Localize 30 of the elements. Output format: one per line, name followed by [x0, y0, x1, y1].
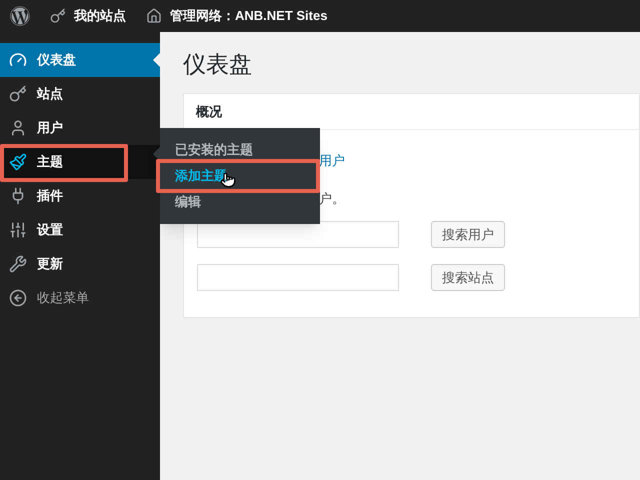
- link[interactable]: 用户: [319, 153, 345, 168]
- sidebar-item[interactable]: 收起菜单: [0, 281, 160, 315]
- search-button[interactable]: 搜索用户: [431, 221, 505, 248]
- top-bar-link[interactable]: 我的站点: [74, 6, 126, 26]
- body-text: 户。: [319, 191, 345, 206]
- paintbrush-icon: [9, 153, 27, 171]
- gauge-icon: [9, 51, 27, 69]
- sidebar-item[interactable]: 用户: [0, 111, 160, 145]
- search-field[interactable]: [197, 264, 399, 291]
- sidebar-item[interactable]: 仪表盘: [0, 43, 160, 77]
- search-field[interactable]: [197, 221, 399, 248]
- search-button[interactable]: 搜索站点: [431, 264, 505, 291]
- key-icon: [9, 85, 27, 103]
- sliders-icon: [9, 221, 27, 239]
- sidebar-item[interactable]: 更新: [0, 247, 160, 281]
- home-icon: [146, 8, 162, 24]
- key-icon: [50, 8, 66, 24]
- sidebar-item[interactable]: 站点: [0, 77, 160, 111]
- submenu-item[interactable]: 已安装的主题: [160, 137, 320, 163]
- submenu-item[interactable]: 编辑: [160, 189, 320, 215]
- card-title: 概况: [184, 94, 639, 130]
- top-bar-link[interactable]: 管理网络：ANB.NET Sites: [170, 6, 328, 26]
- page-title: 仪表盘: [183, 50, 253, 79]
- user-icon: [9, 119, 27, 137]
- wrench-icon: [9, 255, 27, 273]
- pointer-arrow-icon: [153, 53, 160, 67]
- collapse-icon: [9, 289, 27, 307]
- logo-icon[interactable]: [10, 6, 30, 26]
- sidebar-item[interactable]: 设置: [0, 213, 160, 247]
- sidebar-item[interactable]: 插件: [0, 179, 160, 213]
